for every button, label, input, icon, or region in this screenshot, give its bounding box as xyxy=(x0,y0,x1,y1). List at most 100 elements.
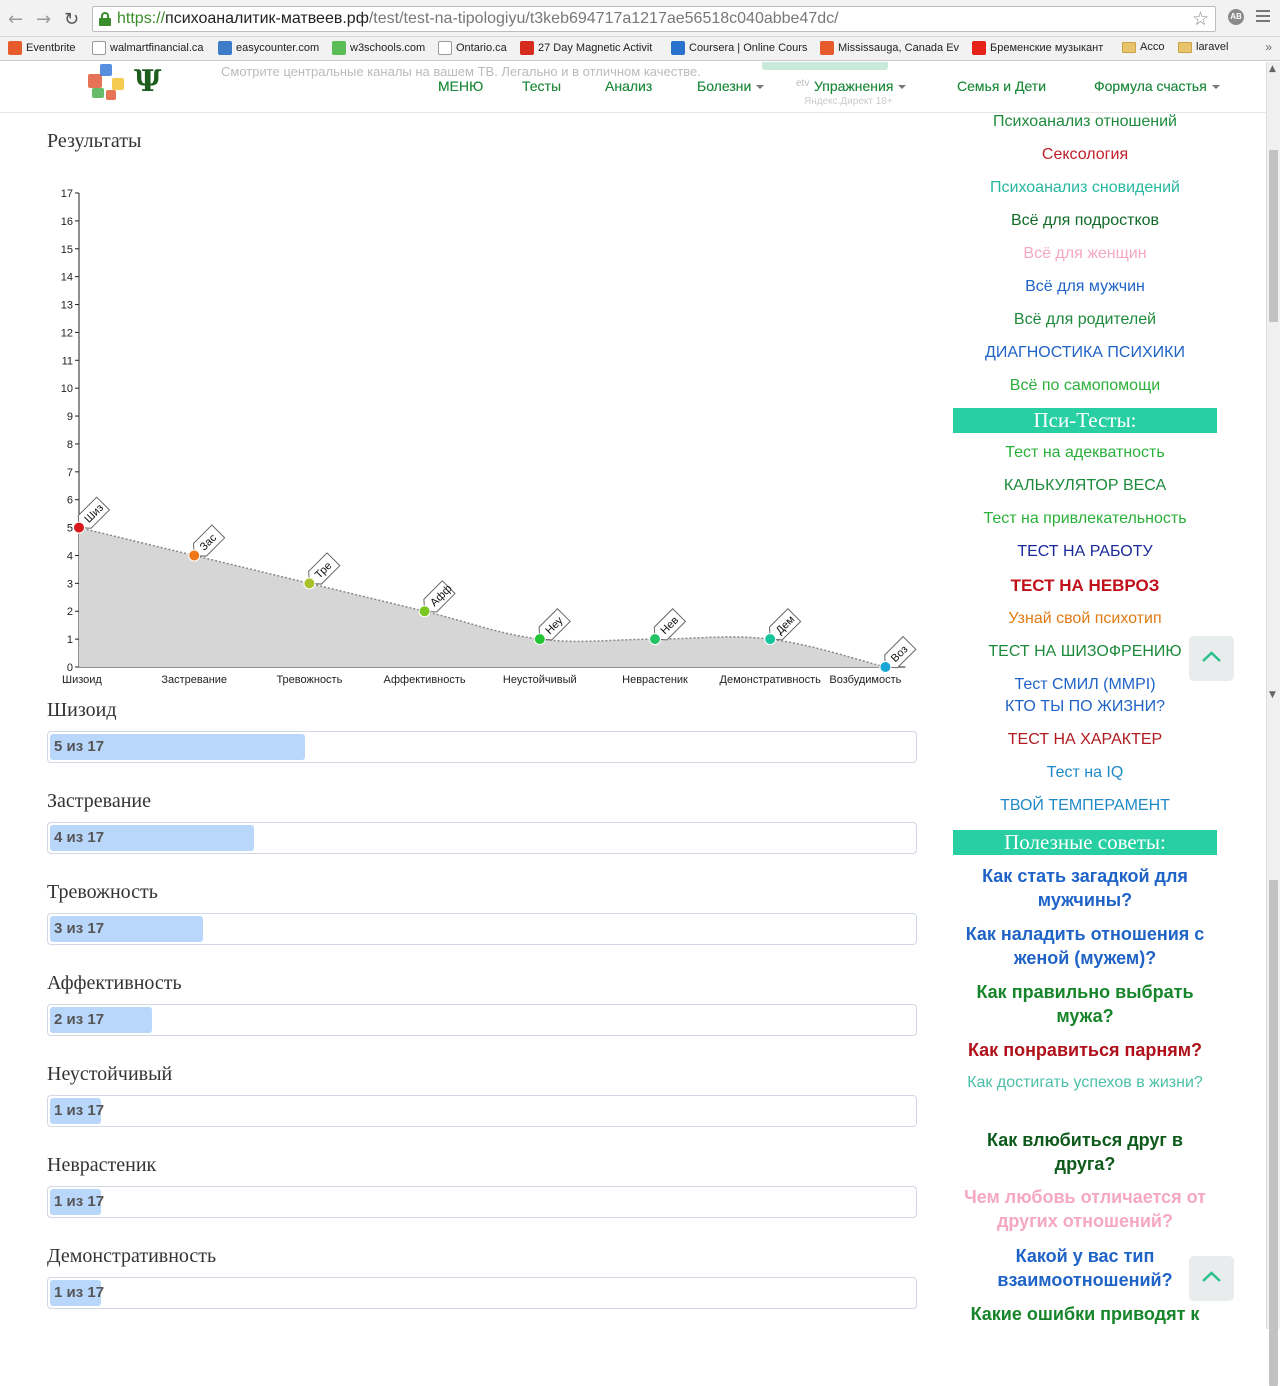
bookmark-label: Acco xyxy=(1140,41,1165,53)
eventbrite-icon xyxy=(8,41,22,55)
sidebar-link[interactable]: КТО ТЫ ПО ЖИЗНИ? xyxy=(953,698,1217,716)
scrollbar-thumb[interactable] xyxy=(1269,150,1278,322)
sidebar-tip-link[interactable]: Как достигать успехов в жизни? xyxy=(953,1071,1217,1095)
sidebar-link[interactable]: Тест на адекватность xyxy=(953,444,1217,462)
nav-item[interactable]: Упражнения xyxy=(814,78,907,94)
scroll-down-arrow-icon[interactable]: ▼ xyxy=(1269,690,1276,700)
bookmark-item[interactable]: Coursera | Online Cours xyxy=(671,41,807,55)
ad-button[interactable] xyxy=(762,62,888,70)
bookmark-label: Mississauga, Canada Ev xyxy=(838,42,960,54)
y-tick-label: 10 xyxy=(61,383,73,395)
sidebar-link[interactable]: Психоанализ сновидений xyxy=(953,179,1217,197)
scroll-up-arrow-icon[interactable]: ▲ xyxy=(1269,64,1276,74)
sidebar-link[interactable]: Узнай свой психотип xyxy=(953,610,1217,628)
tips-heading: Полезные советы: xyxy=(953,830,1217,855)
youtube-icon xyxy=(972,41,986,55)
sidebar-tip-link[interactable]: Как влюбиться друг в друга? xyxy=(953,1128,1217,1176)
nav-item-label: Анализ xyxy=(605,78,653,94)
bookmark-item[interactable]: Mississauga, Canada Ev xyxy=(820,41,959,55)
y-tick-label: 2 xyxy=(67,606,73,618)
progress-bar: 4 из 17 xyxy=(47,822,917,854)
bookmark-item[interactable]: Бременские музыкант xyxy=(972,41,1103,55)
x-tick-label: Аффективность xyxy=(384,674,466,686)
sidebar-link[interactable]: Всё для подростков xyxy=(953,212,1217,230)
sidebar-tip-link[interactable]: Какой у вас тип взаимоотношений? xyxy=(953,1244,1217,1292)
nav-item[interactable]: Болезни xyxy=(697,78,765,94)
sidebar-tip-link[interactable]: Как стать загадкой для мужчины? xyxy=(953,864,1217,912)
sidebar-link[interactable]: КАЛЬКУЛЯТОР ВЕСА xyxy=(953,477,1217,495)
y-tick-label: 16 xyxy=(61,216,73,228)
y-tick-label: 0 xyxy=(67,662,73,674)
folder-icon xyxy=(1122,41,1136,53)
results-title: Результаты xyxy=(47,130,142,152)
data-point xyxy=(73,521,85,534)
nav-item-label: Упражнения xyxy=(814,78,894,94)
y-tick-label: 3 xyxy=(67,578,73,590)
nav-item[interactable]: Тесты xyxy=(522,78,561,94)
bookmark-label: w3schools.com xyxy=(350,42,426,54)
sidebar-link[interactable]: Всё по самопомощи xyxy=(953,377,1217,395)
sidebar-link[interactable]: ТЕСТ НА ХАРАКТЕР xyxy=(953,731,1217,749)
sidebar-link[interactable]: ДИАГНОСТИКА ПСИХИКИ xyxy=(953,344,1217,362)
y-tick-label: 13 xyxy=(61,300,73,312)
sidebar-tip-link[interactable]: Как наладить отношения с женой (мужем)? xyxy=(953,922,1217,970)
data-point xyxy=(764,633,777,646)
caret-down-icon xyxy=(756,85,765,90)
sidebar-link[interactable]: Тест на IQ xyxy=(953,764,1217,782)
sidebar-link[interactable]: ТВОЙ ТЕМПЕРАМЕНТ xyxy=(953,797,1217,815)
bookmark-item[interactable]: Acco xyxy=(1122,41,1164,53)
nav-item[interactable]: Семья и Дети xyxy=(957,78,1046,94)
back-icon[interactable]: ← xyxy=(8,9,23,30)
more-bookmarks-icon[interactable]: » xyxy=(1265,40,1272,54)
scroll-to-top-button-bottom[interactable] xyxy=(1189,1256,1234,1301)
bookmark-label: walmartfinancial.ca xyxy=(110,42,204,54)
reload-icon[interactable]: ↻ xyxy=(64,9,79,30)
sidebar-tip-link[interactable]: Как правильно выбрать мужа? xyxy=(953,980,1217,1028)
bookmark-star-icon[interactable]: ☆ xyxy=(1192,8,1209,30)
scrollbar-thumb-lower[interactable] xyxy=(1269,880,1278,1386)
bookmark-label: Coursera | Online Cours xyxy=(689,42,808,54)
scroll-to-top-button[interactable] xyxy=(1189,636,1234,681)
sidebar-link[interactable]: Всё для женщин xyxy=(953,245,1217,263)
sidebar-link[interactable]: Тест на привлекательность xyxy=(953,510,1217,528)
sidebar-tip-link[interactable]: Чем любовь отличается от других отношени… xyxy=(953,1185,1217,1233)
address-bar[interactable]: https://психоаналитик-матвеев.рф/test/te… xyxy=(92,6,1216,32)
sidebar: Психоанализ отношений Сексология Психоанал… xyxy=(953,113,1217,1329)
sidebar-link[interactable]: Сексология xyxy=(953,146,1217,164)
sidebar-tip-link[interactable]: Какие ошибки приводят к xyxy=(953,1302,1217,1326)
bookmark-item[interactable]: 27 Day Magnetic Activit xyxy=(520,41,652,55)
bookmark-item[interactable]: Eventbrite xyxy=(8,41,76,55)
bookmark-item[interactable]: w3schools.com xyxy=(332,41,425,55)
sidebar-link[interactable]: Тест СМИЛ (MMPI) xyxy=(953,676,1217,694)
site-logo[interactable]: Ψ xyxy=(82,62,182,106)
bookmark-item[interactable]: laravel xyxy=(1178,41,1228,53)
sidebar-tip-link[interactable]: Как понравиться парням? xyxy=(953,1038,1217,1062)
coursera-icon xyxy=(671,41,685,55)
browser-menu-icon[interactable] xyxy=(1256,10,1270,25)
sidebar-link[interactable]: ТЕСТ НА НЕВРОЗ xyxy=(953,576,1217,596)
scale-label: Демонстративность xyxy=(47,1245,217,1267)
bookmark-item[interactable]: easycounter.com xyxy=(218,41,319,55)
progress-bar: 1 из 17 xyxy=(47,1095,917,1127)
ad-disclaimer: Яндекс.Директ 18+ xyxy=(804,96,893,107)
y-tick-label: 9 xyxy=(67,411,73,423)
sidebar-link[interactable]: ТЕСТ НА РАБОТУ xyxy=(953,543,1217,561)
progress-bar: 5 из 17 xyxy=(47,731,917,763)
progress-text: 1 из 17 xyxy=(54,1284,105,1301)
sidebar-link[interactable]: Всё для родителей xyxy=(953,311,1217,329)
adblock-extension-icon[interactable]: AB xyxy=(1228,9,1244,25)
caret-down-icon xyxy=(898,85,907,90)
bookmark-label: laravel xyxy=(1196,41,1229,53)
site-header: Ψ Смотрите центральные каналы на вашем Т… xyxy=(0,62,1266,113)
forward-icon[interactable]: → xyxy=(36,9,51,30)
scale-label: Неустойчивый xyxy=(47,1063,173,1085)
page-scrollbar[interactable]: ▲ ▼ xyxy=(1266,62,1280,1386)
bookmark-item[interactable]: walmartfinancial.ca xyxy=(92,41,204,55)
sidebar-link[interactable]: Психоанализ отношений xyxy=(953,113,1217,131)
nav-item[interactable]: Анализ xyxy=(605,78,652,94)
nav-item[interactable]: Формула счастья xyxy=(1094,78,1220,94)
sidebar-link[interactable]: ТЕСТ НА ШИЗОФРЕНИЮ xyxy=(953,643,1217,661)
bookmark-item[interactable]: Ontario.ca xyxy=(438,41,507,55)
sidebar-link[interactable]: Всё для мужчин xyxy=(953,278,1217,296)
nav-item[interactable]: МЕНЮ xyxy=(438,78,483,94)
